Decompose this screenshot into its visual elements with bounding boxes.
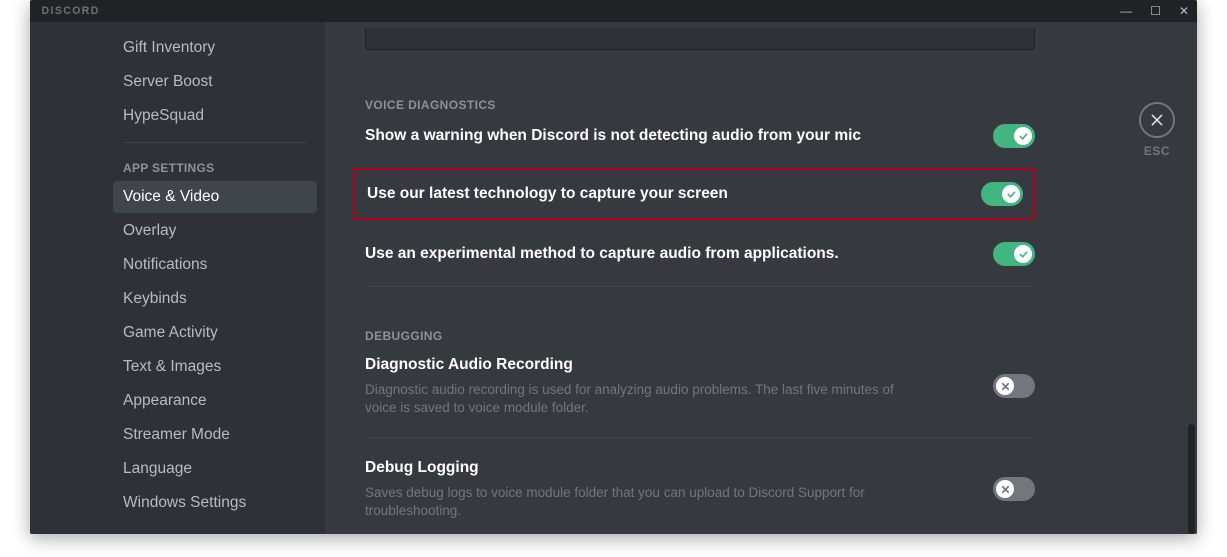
section-header-voice-diagnostics: VOICE DIAGNOSTICS [365,98,1035,112]
sidebar-item-gift-inventory[interactable]: Gift Inventory [113,32,317,64]
settings-content: ESC VOICE DIAGNOSTICS Show a warning whe… [325,22,1197,534]
window-maximize-button[interactable]: ☐ [1150,5,1161,17]
x-icon [1000,381,1011,392]
sidebar-section-header-app-settings: APP SETTINGS [113,143,317,181]
previous-section-edge [365,28,1035,50]
esc-label: ESC [1139,144,1175,158]
sidebar-item-language[interactable]: Language [113,453,317,485]
check-icon [1018,131,1029,142]
sidebar-item-game-activity[interactable]: Game Activity [113,317,317,349]
setting-label: Use an experimental method to capture au… [365,244,839,264]
sidebar-item-overlay[interactable]: Overlay [113,215,317,247]
app-wordmark: DISCORD [42,5,100,17]
settings-sidebar: Gift Inventory Server Boost HypeSquad AP… [30,22,325,534]
setting-description: Saves debug logs to voice module folder … [365,484,925,520]
window-minimize-button[interactable]: — [1120,5,1132,17]
sidebar-item-windows-settings[interactable]: Windows Settings [113,487,317,519]
sidebar-item-notifications[interactable]: Notifications [113,249,317,281]
toggle-mic-warning[interactable] [993,124,1035,148]
setting-debug-logging: Debug Logging Saves debug logs to voice … [365,458,1035,534]
sidebar-item-appearance[interactable]: Appearance [113,385,317,417]
close-icon [1149,112,1165,128]
section-header-debugging: DEBUGGING [365,329,1035,343]
check-icon [1006,189,1017,200]
sidebar-item-streamer-mode[interactable]: Streamer Mode [113,419,317,451]
sidebar-item-server-boost[interactable]: Server Boost [113,66,317,98]
setting-diagnostic-audio-recording: Diagnostic Audio Recording Diagnostic au… [365,355,1035,438]
check-icon [1018,249,1029,260]
toggle-experimental-audio[interactable] [993,242,1035,266]
setting-description: Diagnostic audio recording is used for a… [365,381,925,417]
scrollbar-thumb[interactable] [1188,424,1195,534]
setting-experimental-audio: Use an experimental method to capture au… [365,242,1035,287]
setting-label: Diagnostic Audio Recording [365,355,925,375]
x-icon [1000,484,1011,495]
toggle-diagnostic-audio-recording[interactable] [993,374,1035,398]
titlebar: DISCORD — ☐ ✕ [30,0,1197,22]
toggle-screen-capture-tech[interactable] [981,182,1023,206]
highlighted-setting-screen-capture: Use our latest technology to capture you… [353,168,1035,220]
window-close-button[interactable]: ✕ [1179,5,1189,17]
sidebar-item-keybinds[interactable]: Keybinds [113,283,317,315]
sidebar-item-hypesquad[interactable]: HypeSquad [113,100,317,132]
sidebar-item-text-images[interactable]: Text & Images [113,351,317,383]
toggle-debug-logging[interactable] [993,477,1035,501]
setting-label: Use our latest technology to capture you… [367,184,728,204]
setting-label: Debug Logging [365,458,925,478]
discord-settings-window: DISCORD — ☐ ✕ Gift Inventory Server Boos… [30,0,1197,534]
setting-mic-warning: Show a warning when Discord is not detec… [365,124,1035,168]
close-settings-button[interactable] [1139,102,1175,138]
sidebar-item-voice-video[interactable]: Voice & Video [113,181,317,213]
setting-label: Show a warning when Discord is not detec… [365,126,861,146]
